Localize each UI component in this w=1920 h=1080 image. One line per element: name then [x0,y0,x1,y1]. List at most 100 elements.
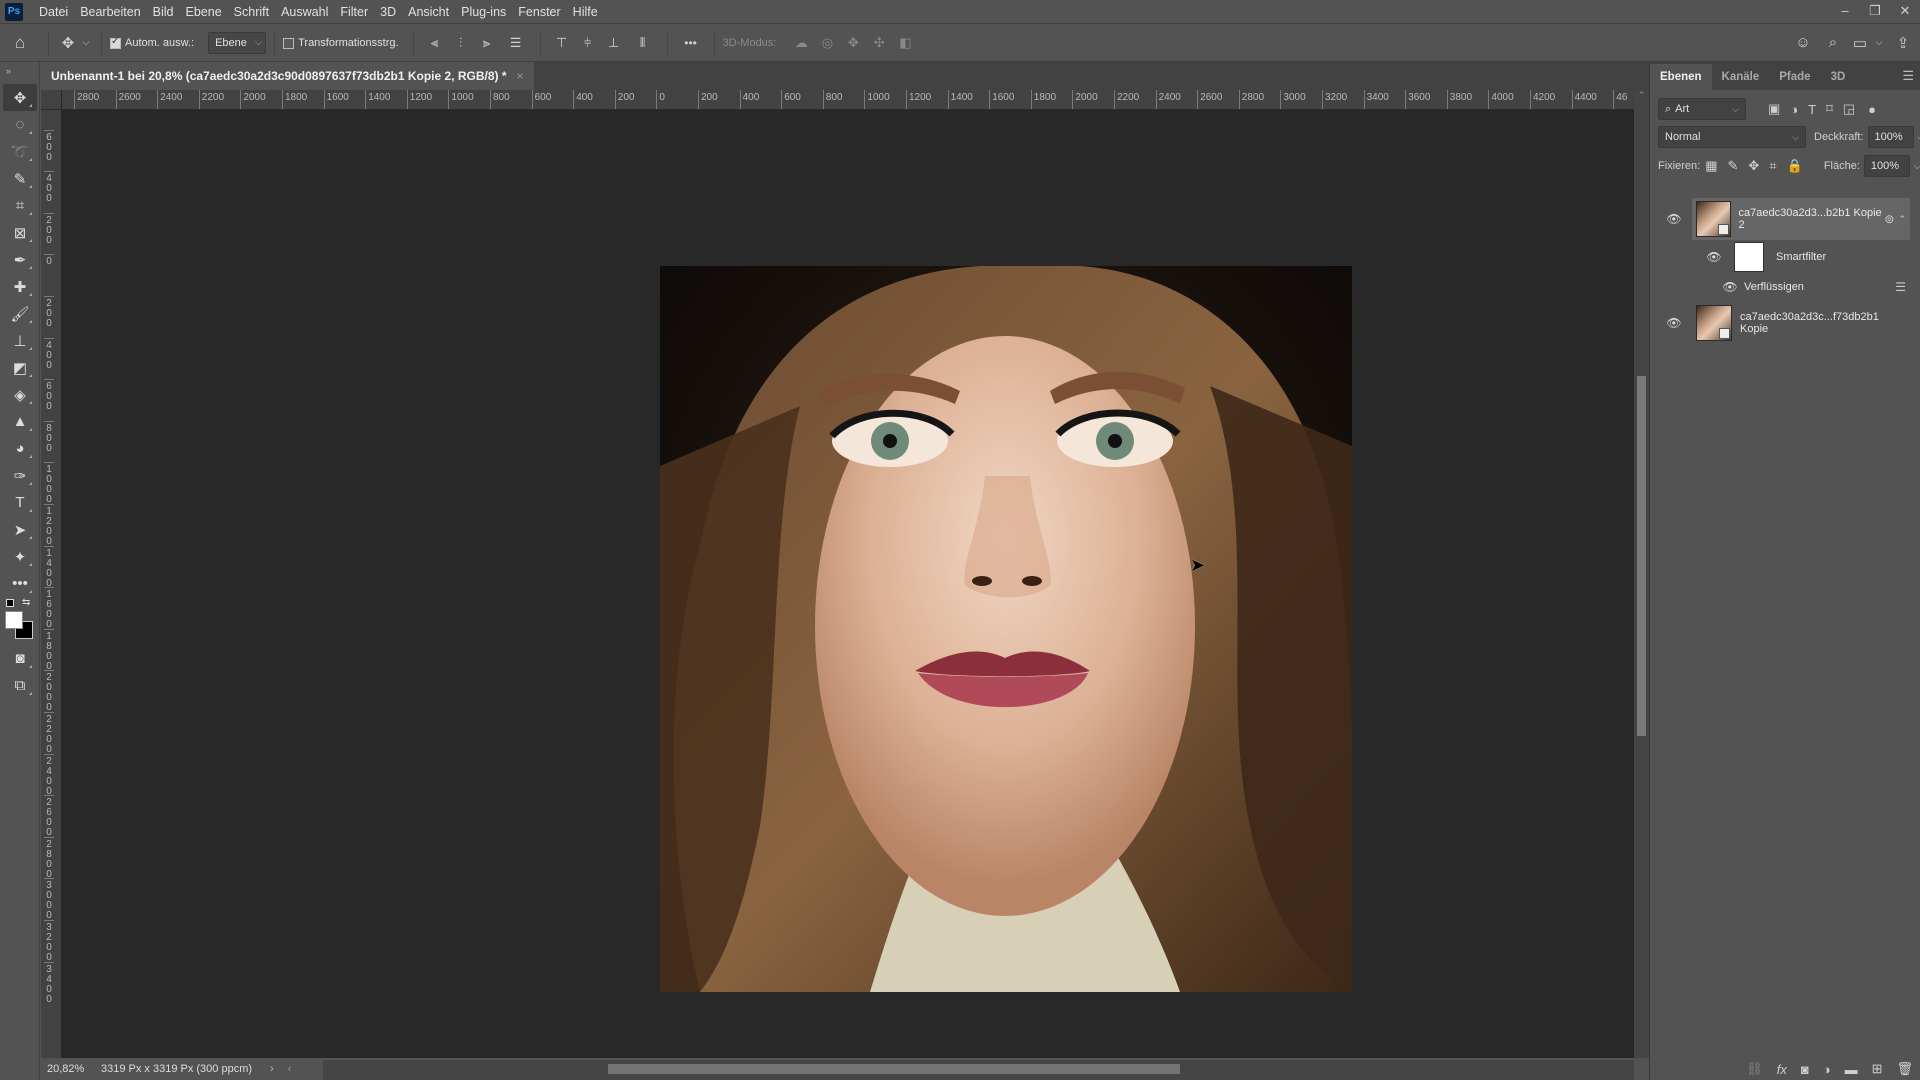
close-document-icon[interactable]: × [517,69,524,83]
minimize-button[interactable]: – [1830,0,1860,24]
align-left-icon[interactable]: ⫷ [422,35,448,51]
search-icon[interactable]: ⌕ [1818,34,1848,51]
visibility-eye-icon[interactable]: 👁 [1722,280,1738,294]
blend-mode-dropdown[interactable]: Normal ⌵ [1658,126,1806,148]
default-colors-icon[interactable] [6,599,14,607]
delete-layer-trash-icon[interactable]: 🗑 [1896,1061,1913,1077]
swap-colors-icon[interactable]: ⇆ [22,597,30,608]
smart-filter-row[interactable]: 👁 Smartfilter [1650,242,1910,272]
layer-row[interactable]: 👁 ca7aedc30a2d3c...f73db2b1 Kopie [1650,302,1910,344]
crop-tool[interactable]: ⌗ [3,192,37,219]
menu-auswahl[interactable]: Auswahl [275,5,334,19]
layer-name[interactable]: ca7aedc30a2d3c...f73db2b1 Kopie [1740,311,1910,335]
type-tool[interactable]: T [3,489,37,516]
lock-transparent-pixels-icon[interactable]: ▦ [1705,158,1717,174]
align-right-icon[interactable]: ⫸ [474,35,500,51]
lock-artboard-icon[interactable]: ⌗ [1769,158,1776,174]
visibility-eye-icon[interactable]: 👁 [1666,316,1682,330]
menu-hilfe[interactable]: Hilfe [567,5,604,19]
filter-shape-layer-icon[interactable]: ⌑ [1826,101,1833,117]
align-top-icon[interactable]: ⊤ [549,35,575,51]
menu-filter[interactable]: Filter [334,5,374,19]
new-layer-icon[interactable]: ⊞ [1872,1061,1883,1077]
align-bottom-icon[interactable]: ⊥ [601,35,627,51]
3d-video-camera-icon[interactable]: ◧ [892,35,918,51]
collapse-arrow-icon[interactable]: ⌃ [1898,214,1906,225]
collapse-toolbar-icon[interactable]: » [0,62,39,84]
layer-filter-dropdown[interactable]: ⌕ Art ⌵ [1658,98,1746,120]
vertical-ruler[interactable]: 0 600 400 2000 200 400 600 800 10001200140016001… [41,110,62,1058]
menu-fenster[interactable]: Fenster [512,5,566,19]
visibility-eye-icon[interactable]: 👁 [1666,212,1682,226]
path-selection-tool[interactable]: ➤ [3,516,37,543]
3d-slide-icon[interactable]: ✣ [866,35,892,51]
panel-menu-icon[interactable]: ☰ [1902,68,1914,84]
move-tool[interactable]: ✥ [3,84,37,111]
menu-3d[interactable]: 3D [374,5,402,19]
move-tool-preset-icon[interactable]: ✥ [57,34,79,52]
tab-pfade[interactable]: Pfade [1769,64,1820,90]
share-user-icon[interactable]: ☺ [1788,34,1818,51]
menu-schrift[interactable]: Schrift [228,5,275,19]
more-options-button[interactable]: ••• [676,36,706,50]
eyedropper-tool[interactable]: ✒ [3,246,37,273]
marquee-tool[interactable]: ◌ [3,111,37,138]
align-horizontal-center-icon[interactable]: ⫶ [448,35,474,51]
zoom-level[interactable]: 20,82% [41,1063,87,1075]
visibility-eye-icon[interactable]: 👁 [1706,250,1722,264]
menu-datei[interactable]: Datei [33,5,74,19]
3d-orbit-icon[interactable]: ☁ [788,35,814,51]
tab-3d[interactable]: 3D [1821,64,1856,90]
menu-ansicht[interactable]: Ansicht [402,5,455,19]
frame-tool[interactable]: ⊠ [3,219,37,246]
filter-type-layer-icon[interactable]: T [1808,102,1816,117]
scroll-up-icon[interactable]: ⌃ [1634,90,1649,101]
3d-roll-icon[interactable]: ◎ [814,35,840,51]
more-tools-icon[interactable]: ••• [3,570,37,597]
shape-tool[interactable]: ✦ [3,543,37,570]
chevron-down-icon[interactable]: ⌵ [79,37,93,48]
lock-image-pixels-icon[interactable]: ✎ [1727,158,1738,174]
foreground-color-swatch[interactable] [5,611,23,629]
quick-selection-tool[interactable]: ✎ [3,165,37,192]
3d-pan-icon[interactable]: ✥ [840,35,866,51]
home-icon[interactable]: ⌂ [0,33,40,53]
quick-mask-icon[interactable]: ◙ [3,645,37,672]
filter-blending-options-icon[interactable]: ☰ [1895,280,1906,294]
filter-pixel-layer-icon[interactable]: ▣ [1768,101,1780,117]
menu-ebene[interactable]: Ebene [180,5,228,19]
new-group-folder-icon[interactable]: ▬ [1845,1062,1858,1077]
horizontal-ruler[interactable]: 2800 2600 2400 2200 2000 1800 1600 1400 1200 1000… [62,90,1634,110]
status-menu-arrow[interactable]: › [270,1063,274,1075]
horizontal-scrollbar[interactable] [282,1060,1634,1080]
link-layers-icon[interactable]: ⛓ [1746,1061,1763,1077]
smart-filter-mask-thumbnail[interactable] [1734,242,1764,272]
new-adjustment-layer-icon[interactable]: ◑ [1823,1062,1831,1077]
layer-row[interactable]: 👁 ca7aedc30a2d3...b2b1 Kopie 2 ⊚ ⌃ [1650,198,1910,240]
fill-input[interactable]: 100% [1863,155,1910,177]
menu-bild[interactable]: Bild [147,5,180,19]
export-share-icon[interactable]: ⇪ [1886,34,1920,52]
ruler-origin[interactable] [41,90,62,110]
clone-stamp-tool[interactable]: ⊥ [3,327,37,354]
scroll-left-icon[interactable]: ‹ [288,1063,292,1075]
layer-name[interactable]: ca7aedc30a2d3...b2b1 Kopie 2 [1739,207,1885,231]
dodge-tool[interactable]: ◕ [3,435,37,462]
brush-tool[interactable]: 🖌 [3,300,37,327]
chevron-down-icon[interactable]: ⌵ [1872,37,1886,48]
distribute-vertical-icon[interactable]: ☰ [500,35,532,51]
paint-bucket-tool[interactable]: ◈ [3,381,37,408]
lasso-tool[interactable]: ➰ [3,138,37,165]
screen-mode-icon[interactable]: ⧉ [3,672,37,699]
add-mask-icon[interactable]: ◙ [1801,1062,1809,1077]
smart-filter-link-icon[interactable]: ⊚ [1884,212,1894,226]
auto-select-target-dropdown[interactable]: Ebene ⌵ [208,31,267,54]
restore-button[interactable]: ❐ [1860,0,1890,24]
filter-toggle-icon[interactable]: ● [1868,102,1876,117]
eraser-tool[interactable]: ◩ [3,354,37,381]
opacity-input[interactable]: 100% [1867,126,1914,148]
document-tab[interactable]: Unbenannt-1 bei 20,8% (ca7aedc30a2d3c90d… [41,62,534,90]
blur-tool[interactable]: ▲ [3,408,37,435]
filter-row[interactable]: 👁 Verflüssigen ☰ [1650,276,1910,298]
healing-brush-tool[interactable]: ✚ [3,273,37,300]
